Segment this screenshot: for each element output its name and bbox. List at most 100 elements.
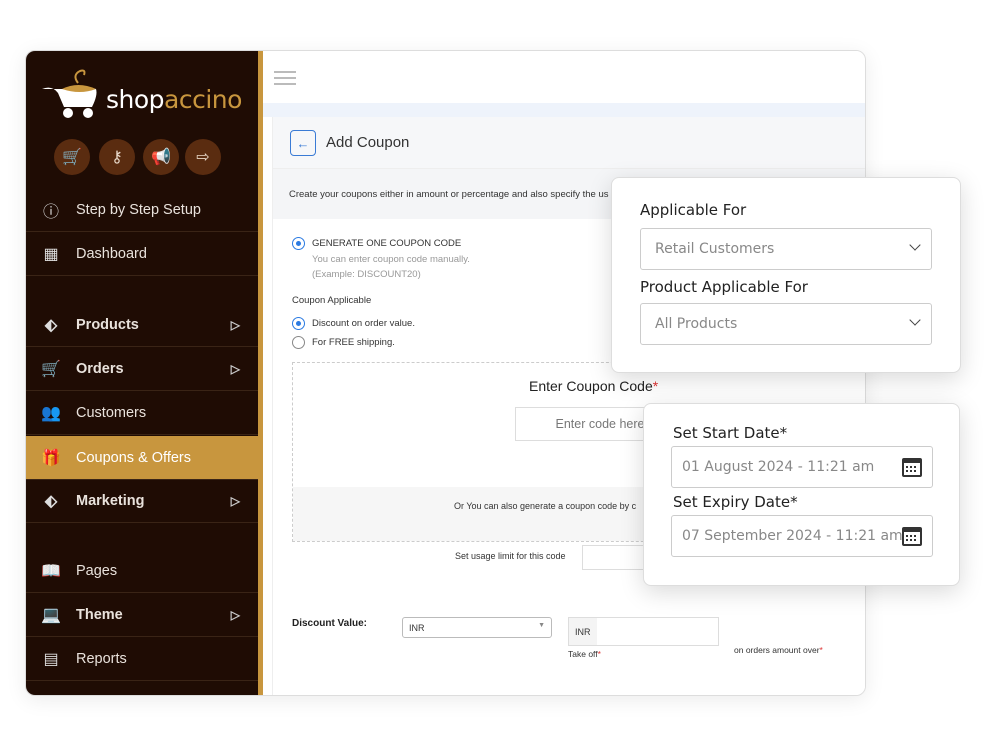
cart-icon: 🛒 [62, 149, 82, 166]
logout-icon: ⇨ [196, 149, 210, 166]
logout-quick-button[interactable]: ⇨ [185, 139, 221, 175]
chevron-down-icon [909, 239, 921, 251]
grid-icon: ▦ [43, 245, 59, 263]
sidebar-item-label: Orders [76, 360, 124, 377]
discount-value-label: Discount Value: [292, 618, 368, 629]
hamburger-menu-icon[interactable] [274, 71, 296, 73]
applicable-card: Applicable For Retail Customers Product … [611, 177, 961, 373]
date-card: Set Start Date* 01 August 2024 - 11:21 a… [643, 403, 960, 586]
product-applicable-select[interactable]: All Products [640, 303, 932, 345]
sidebar-item-label: Step by Step Setup [76, 201, 201, 218]
sidebar-item-customers[interactable]: 👥 Customers [26, 391, 258, 435]
book-icon: 📖 [41, 562, 61, 580]
free-shipping-radio[interactable] [292, 336, 305, 349]
coupon-applicable-title: Coupon Applicable [292, 295, 372, 306]
brand-part1: shop [106, 85, 165, 114]
brand-part2: accino [164, 85, 242, 114]
key-quick-button[interactable]: ⚷ [99, 139, 135, 175]
dropdown-caret-icon: ▼ [538, 622, 545, 629]
applicable-for-value: Retail Customers [655, 241, 775, 257]
required-mark: * [819, 645, 823, 655]
sidebar-item-label: Products [76, 316, 139, 333]
chevron-right-icon: ▷ [230, 493, 240, 508]
applicable-for-select[interactable]: Retail Customers [640, 228, 932, 270]
generate-one-code-label: GENERATE ONE COUPON CODE [312, 238, 462, 249]
sidebar-item-label: Dashboard [76, 245, 147, 262]
cart-quick-button[interactable]: 🛒 [54, 139, 90, 175]
sidebar-item-label: Reports [76, 650, 127, 667]
product-applicable-label: Product Applicable For [640, 278, 808, 296]
expiry-date-input[interactable]: 07 September 2024 - 11:21 am [671, 515, 933, 557]
orders-over-text: on orders amount over [734, 645, 820, 655]
enter-code-title-text: Enter Coupon Code [529, 378, 653, 394]
sidebar-item-label: Theme [76, 606, 123, 623]
sidebar-item-step-by-step-setup[interactable]: ⓘ Step by Step Setup [26, 188, 258, 232]
take-off-input[interactable]: INR [568, 617, 719, 646]
usage-limit-label: Set usage limit for this code [455, 551, 566, 561]
start-date-input[interactable]: 01 August 2024 - 11:21 am [671, 446, 933, 488]
start-date-label: Set Start Date* [673, 424, 788, 442]
users-icon: 👥 [41, 404, 61, 422]
sidebar-accent-border [258, 51, 263, 695]
expiry-date-label: Set Expiry Date* [673, 493, 798, 511]
chevron-right-icon: ▷ [230, 607, 240, 622]
currency-select[interactable]: INR ▼ [402, 617, 552, 638]
expiry-date-value: 07 September 2024 - 11:21 am [682, 528, 903, 544]
required-mark: * [652, 378, 659, 394]
discount-order-value-label: Discount on order value. [312, 318, 415, 329]
app-window: shopaccino 🛒 ⚷ 📢 ⇨ ⓘ Step by Step Setup ▦… [25, 50, 866, 696]
page-title: Add Coupon [326, 134, 410, 151]
info-icon: ⓘ [42, 203, 59, 221]
sidebar-item-pages[interactable]: 📖 Pages [26, 549, 258, 593]
key-icon: ⚷ [111, 149, 123, 166]
sidebar-item-label: Marketing [76, 492, 145, 509]
laptop-icon: 💻 [41, 606, 61, 624]
sidebar-item-label: Customers [76, 404, 147, 421]
chevron-right-icon: ▷ [230, 317, 240, 332]
sidebar-item-reports[interactable]: ▤ Reports [26, 637, 258, 681]
back-button[interactable]: ← [290, 130, 316, 156]
generate-example: (Example: DISCOUNT20) [312, 269, 421, 280]
top-bar [263, 51, 865, 103]
generate-one-code-radio[interactable] [292, 237, 305, 250]
generate-hint: You can enter coupon code manually. [312, 254, 470, 265]
currency-prefix: INR [569, 618, 597, 645]
arrow-left-icon: ← [296, 135, 310, 151]
top-band [263, 103, 865, 117]
chevron-down-icon [909, 314, 921, 326]
logo-cup-cart-icon [42, 69, 97, 118]
take-off-label: Take off* [568, 649, 601, 659]
tag-icon: ⬖ [44, 316, 58, 334]
sidebar-item-dashboard[interactable]: ▦ Dashboard [26, 232, 258, 276]
sidebar-item-marketing[interactable]: ⬖ Marketing ▷ [26, 479, 258, 523]
applicable-for-label: Applicable For [640, 201, 747, 219]
brand-logo-text: shopaccino [106, 85, 242, 114]
coupon-code-placeholder: Enter code here [555, 417, 645, 431]
discount-order-value-radio[interactable] [292, 317, 305, 330]
calendar-icon[interactable] [902, 527, 922, 546]
cart-icon: 🛒 [41, 360, 61, 378]
generate-code-note: Or You can also generate a coupon code b… [454, 501, 637, 511]
sidebar-item-products[interactable]: ⬖ Products ▷ [26, 303, 258, 347]
enter-code-title: Enter Coupon Code* [529, 378, 658, 394]
sidebar-item-coupons-offers[interactable]: 🎁 Coupons & Offers [26, 436, 258, 480]
currency-select-value: INR [409, 623, 425, 633]
sidebar: shopaccino 🛒 ⚷ 📢 ⇨ ⓘ Step by Step Setup ▦… [26, 51, 258, 695]
megaphone-icon: 📢 [151, 149, 171, 166]
megaphone-quick-button[interactable]: 📢 [143, 139, 179, 175]
sidebar-item-orders[interactable]: 🛒 Orders ▷ [26, 347, 258, 391]
tag-icon: ⬖ [44, 492, 58, 510]
gift-icon: 🎁 [41, 449, 61, 467]
report-icon: ▤ [43, 650, 59, 668]
sidebar-item-label: Coupons & Offers [76, 449, 191, 466]
start-date-value: 01 August 2024 - 11:21 am [682, 459, 875, 475]
product-applicable-value: All Products [655, 316, 738, 332]
sidebar-item-theme[interactable]: 💻 Theme ▷ [26, 593, 258, 637]
calendar-icon[interactable] [902, 458, 922, 477]
chevron-right-icon: ▷ [230, 361, 240, 376]
orders-over-label: on orders amount over* [734, 645, 823, 655]
free-shipping-label: For FREE shipping. [312, 337, 395, 348]
required-mark: * [597, 649, 601, 659]
take-off-text: Take off [568, 649, 598, 659]
sidebar-item-label: Pages [76, 562, 118, 579]
